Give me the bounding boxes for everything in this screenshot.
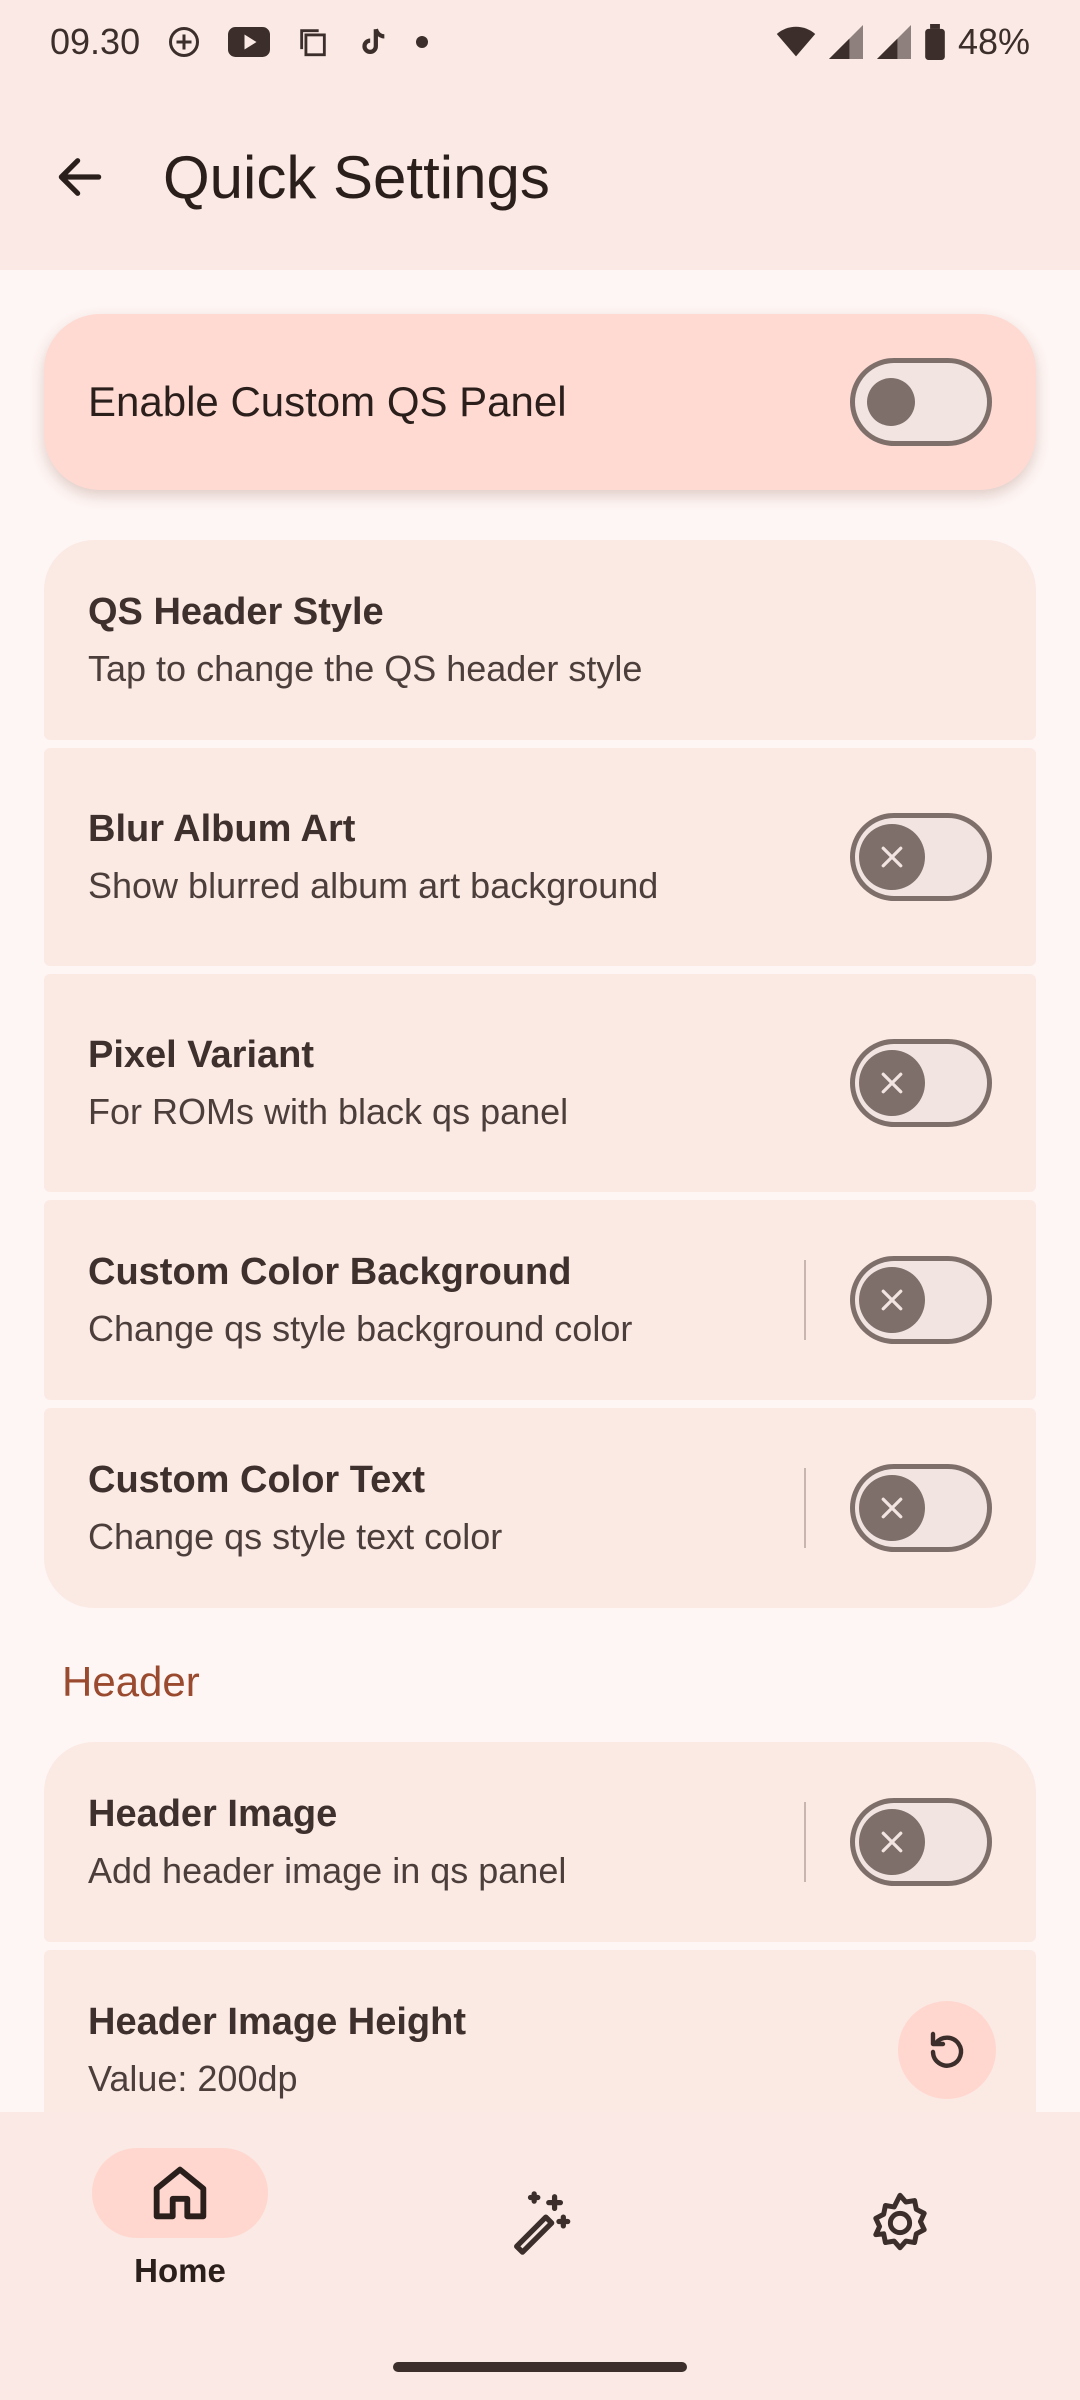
nav-home-label: Home bbox=[134, 2252, 226, 2289]
item-title: Header Image bbox=[88, 1792, 338, 1835]
signal-icon bbox=[876, 25, 912, 59]
blur-album-art-switch[interactable] bbox=[850, 813, 992, 901]
item-subtitle: Show blurred album art background bbox=[88, 864, 659, 906]
nav-home-pill[interactable] bbox=[92, 2148, 268, 2238]
item-title: Custom Color Text bbox=[88, 1458, 426, 1501]
settings-list[interactable]: Enable Custom QS Panel QS Header Style T… bbox=[0, 270, 1080, 2112]
copy-icon bbox=[296, 24, 330, 60]
item-subtitle: Value: 200dp bbox=[88, 2057, 298, 2099]
back-button[interactable] bbox=[25, 122, 135, 232]
custom-color-background-item[interactable]: Custom Color Background Change qs style … bbox=[44, 1200, 1036, 1400]
nav-tweaks-pill[interactable] bbox=[452, 2178, 628, 2268]
assistant-icon bbox=[166, 24, 202, 60]
custom-color-text-switch[interactable] bbox=[850, 1464, 992, 1552]
divider bbox=[804, 1260, 806, 1340]
status-bar: 09.30 48% bbox=[0, 0, 1080, 84]
switch-thumb bbox=[859, 1809, 925, 1875]
nav-home[interactable]: Home bbox=[60, 2148, 300, 2290]
bottom-navigation: Home bbox=[0, 2112, 1080, 2400]
enable-custom-qs-card[interactable]: Enable Custom QS Panel bbox=[44, 314, 1036, 490]
item-subtitle: Add header image in qs panel bbox=[88, 1849, 567, 1891]
custom-color-text-item[interactable]: Custom Color Text Change qs style text c… bbox=[44, 1408, 1036, 1608]
switch-thumb bbox=[859, 1267, 925, 1333]
enable-custom-qs-label: Enable Custom QS Panel bbox=[88, 378, 567, 425]
tiktok-icon bbox=[356, 23, 390, 61]
switch-thumb bbox=[859, 824, 925, 890]
gear-icon bbox=[873, 2192, 927, 2251]
switch-thumb bbox=[859, 1050, 925, 1116]
nav-settings[interactable] bbox=[780, 2148, 1020, 2268]
header-image-item[interactable]: Header Image Add header image in qs pane… bbox=[44, 1742, 1036, 1942]
reset-icon bbox=[930, 2031, 964, 2068]
youtube-icon bbox=[228, 26, 271, 58]
nav-settings-pill[interactable] bbox=[812, 2178, 988, 2268]
pixel-variant-switch[interactable] bbox=[850, 1039, 992, 1127]
item-title: Blur Album Art bbox=[88, 807, 356, 850]
dot-icon bbox=[416, 36, 429, 48]
wifi-icon bbox=[776, 26, 816, 58]
page-title: Quick Settings bbox=[163, 143, 550, 211]
app-bar: Quick Settings bbox=[0, 84, 1080, 270]
enable-custom-qs-switch[interactable] bbox=[850, 358, 992, 446]
qs-header-style-item[interactable]: QS Header Style Tap to change the QS hea… bbox=[44, 540, 1036, 740]
section-header-header: Header bbox=[62, 1658, 200, 1705]
close-icon bbox=[881, 1497, 903, 1519]
item-subtitle: Change qs style background color bbox=[88, 1307, 633, 1349]
pixel-variant-item[interactable]: Pixel Variant For ROMs with black qs pan… bbox=[44, 974, 1036, 1192]
item-subtitle: Tap to change the QS header style bbox=[88, 647, 643, 689]
magic-wand-icon bbox=[514, 2191, 571, 2255]
item-title: Custom Color Background bbox=[88, 1250, 572, 1293]
nav-tweaks[interactable] bbox=[420, 2148, 660, 2268]
item-title: Pixel Variant bbox=[88, 1033, 315, 1076]
home-icon bbox=[153, 2166, 207, 2220]
item-subtitle: For ROMs with black qs panel bbox=[88, 1090, 569, 1132]
item-title: QS Header Style bbox=[88, 590, 384, 633]
item-subtitle: Change qs style text color bbox=[88, 1515, 503, 1557]
home-indicator[interactable] bbox=[393, 2362, 687, 2372]
blur-album-art-item[interactable]: Blur Album Art Show blurred album art ba… bbox=[44, 748, 1036, 966]
switch-thumb bbox=[867, 378, 915, 426]
battery-icon bbox=[924, 24, 946, 60]
arrow-back-icon bbox=[58, 158, 102, 196]
signal-icon bbox=[828, 25, 864, 59]
close-icon bbox=[881, 1831, 903, 1853]
header-image-height-item[interactable]: Header Image Height Value: 200dp bbox=[44, 1950, 1036, 2112]
divider bbox=[804, 1802, 806, 1882]
header-image-switch[interactable] bbox=[850, 1798, 992, 1886]
divider bbox=[804, 1468, 806, 1548]
battery-percent: 48% bbox=[957, 21, 1030, 62]
status-time: 09.30 bbox=[50, 21, 141, 62]
close-icon bbox=[881, 1289, 903, 1311]
close-icon bbox=[881, 1072, 903, 1094]
switch-thumb bbox=[859, 1475, 925, 1541]
custom-color-background-switch[interactable] bbox=[850, 1256, 992, 1344]
reset-button[interactable] bbox=[898, 2001, 996, 2099]
close-icon bbox=[881, 846, 903, 868]
item-title: Header Image Height bbox=[88, 2000, 466, 2043]
